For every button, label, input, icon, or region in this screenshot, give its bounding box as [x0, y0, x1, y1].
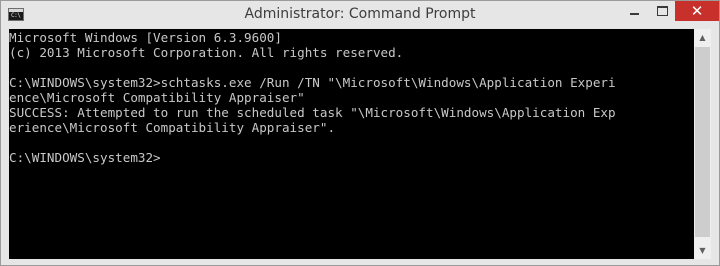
minimize-icon	[629, 13, 639, 15]
vertical-scrollbar[interactable]: ▲ ▼	[694, 29, 711, 259]
command-prompt-window: C:\ Administrator: Command Prompt ✕ Micr…	[0, 0, 720, 266]
close-icon: ✕	[690, 1, 704, 20]
console-output[interactable]: Microsoft Windows [Version 6.3.9600] (c)…	[9, 29, 694, 259]
title-bar[interactable]: C:\ Administrator: Command Prompt ✕	[1, 1, 719, 29]
maximize-button[interactable]	[649, 1, 675, 21]
window-title: Administrator: Command Prompt	[244, 6, 476, 22]
maximize-icon	[656, 6, 668, 16]
arrow-down-icon: ▼	[699, 246, 706, 255]
scroll-down-button[interactable]: ▼	[694, 242, 711, 259]
scrollbar-thumb[interactable]	[695, 47, 710, 237]
console-line: ence\Microsoft Compatibility Appraiser"	[9, 90, 305, 105]
console-line: (c) 2013 Microsoft Corporation. All righ…	[9, 45, 404, 60]
scroll-up-button[interactable]: ▲	[694, 29, 711, 46]
minimize-button[interactable]	[621, 1, 647, 21]
close-button[interactable]: ✕	[675, 1, 719, 21]
console-line: SUCCESS: Attempted to run the scheduled …	[9, 105, 616, 120]
console-line: Microsoft Windows [Version 6.3.9600]	[9, 30, 282, 45]
console-line: C:\WINDOWS\system32>schtasks.exe /Run /T…	[9, 75, 616, 90]
arrow-up-icon: ▲	[699, 33, 706, 42]
console-line: erience\Microsoft Compatibility Appraise…	[9, 120, 336, 135]
command-prompt-line[interactable]: C:\WINDOWS\system32>	[9, 150, 161, 165]
